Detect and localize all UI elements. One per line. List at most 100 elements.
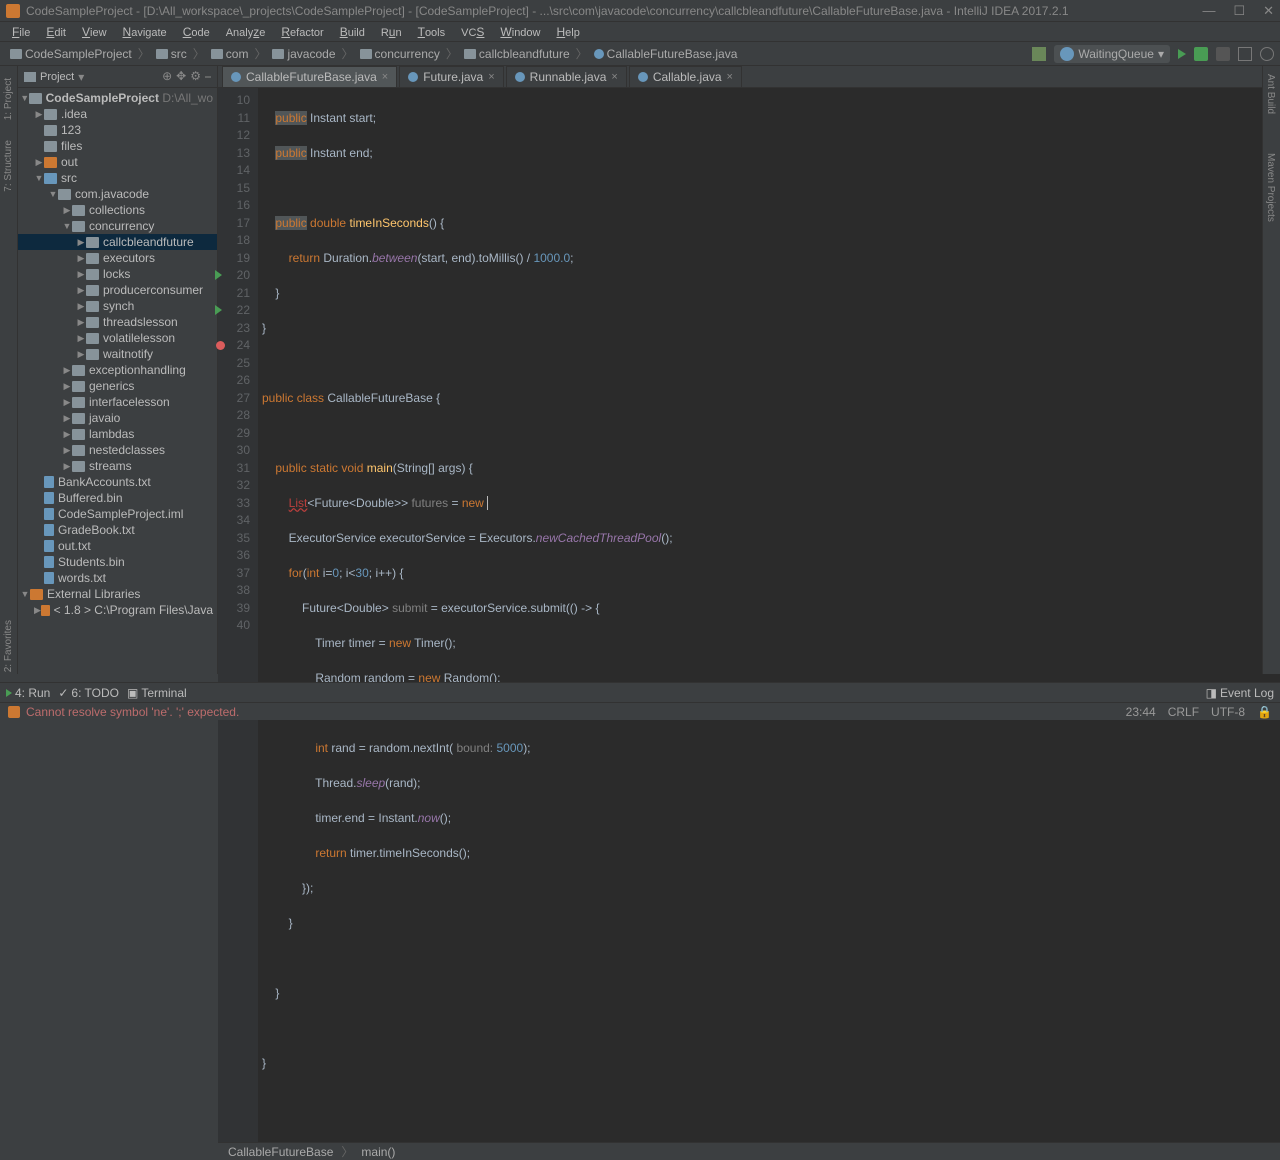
status-position[interactable]: 23:44 (1126, 705, 1156, 719)
tree-executors[interactable]: ▶executors (18, 250, 217, 266)
tree-generics[interactable]: ▶generics (18, 378, 217, 394)
search-icon[interactable] (1260, 47, 1274, 61)
run-gutter-icon[interactable] (215, 270, 222, 280)
minimize-button[interactable]: — (1202, 3, 1215, 19)
menu-view[interactable]: View (76, 23, 113, 41)
tree-threads[interactable]: ▶threadslesson (18, 314, 217, 330)
debug-button[interactable] (1194, 47, 1208, 61)
menu-code[interactable]: Code (177, 23, 216, 41)
crumb-src[interactable]: src (152, 47, 191, 61)
tab-callablefuturebase[interactable]: CallableFutureBase.java× (222, 66, 397, 87)
menu-refactor[interactable]: Refactor (275, 23, 329, 41)
tree-exception[interactable]: ▶exceptionhandling (18, 362, 217, 378)
run-tool[interactable]: 4: Run (6, 686, 50, 700)
run-gutter-icon[interactable] (215, 305, 222, 315)
settings-icon[interactable]: ✥ (176, 69, 186, 84)
run-config-selector[interactable]: WaitingQueue ▾ (1054, 45, 1170, 63)
tree-waitnotify[interactable]: ▶waitnotify (18, 346, 217, 362)
todo-tool[interactable]: ✓ 6: TODO (58, 686, 119, 700)
crumb-method[interactable]: main() (361, 1145, 395, 1159)
tree-iml[interactable]: CodeSampleProject.iml (18, 506, 217, 522)
breakpoint-icon[interactable] (216, 341, 225, 350)
crumb-file[interactable]: CallableFutureBase.java (590, 47, 742, 61)
tree-volatile[interactable]: ▶volatilelesson (18, 330, 217, 346)
tree-root[interactable]: ▼CodeSampleProject D:\All_wo (18, 90, 217, 106)
close-button[interactable]: ✕ (1263, 3, 1274, 19)
code-editor[interactable]: 10111213141516171819 2021 2223 242526272… (218, 88, 1280, 1142)
collapse-icon[interactable]: ⊕ (162, 69, 172, 84)
menu-file[interactable]: File (6, 23, 36, 41)
tree-files[interactable]: files (18, 138, 217, 154)
menu-build[interactable]: Build (334, 23, 371, 41)
tab-runnable[interactable]: Runnable.java× (506, 66, 627, 87)
favorites-tool[interactable]: 2: Favorites (3, 612, 14, 680)
menu-window[interactable]: Window (494, 23, 546, 41)
close-icon[interactable]: × (727, 71, 733, 83)
tree-comjava[interactable]: ▼com.javacode (18, 186, 217, 202)
tree-callcble[interactable]: ▶callcbleandfuture (18, 234, 217, 250)
tree-idea[interactable]: ▶.idea (18, 106, 217, 122)
tree-concurrency[interactable]: ▼concurrency (18, 218, 217, 234)
run-button[interactable] (1178, 49, 1186, 59)
tree-collections[interactable]: ▶collections (18, 202, 217, 218)
tab-callable[interactable]: Callable.java× (629, 66, 742, 87)
code-content[interactable]: public Instant start; public Instant end… (258, 88, 1280, 1142)
menu-analyze[interactable]: Analyze (220, 23, 272, 41)
gear-icon[interactable]: ⚙ (190, 69, 201, 84)
hide-icon[interactable]: ⎯ (205, 69, 211, 84)
menu-vcs[interactable]: VCS (455, 23, 490, 41)
menu-tools[interactable]: Tools (412, 23, 452, 41)
sidebar-title: Project (40, 71, 74, 83)
tree-locks[interactable]: ▶locks (18, 266, 217, 282)
crumb-callcble[interactable]: callcbleandfuture (460, 47, 574, 61)
crumb-project[interactable]: CodeSampleProject (6, 47, 136, 61)
tree-words[interactable]: words.txt (18, 570, 217, 586)
tree-grade[interactable]: GradeBook.txt (18, 522, 217, 538)
menu-help[interactable]: Help (551, 23, 586, 41)
tree-synch[interactable]: ▶synch (18, 298, 217, 314)
terminal-tool[interactable]: ▣ Terminal (127, 686, 187, 700)
maximize-button[interactable]: ☐ (1233, 3, 1245, 19)
stop-button[interactable] (1216, 47, 1230, 61)
editor-breadcrumb: CallableFutureBase 〉 main() (218, 1142, 1280, 1160)
structure-icon[interactable] (1238, 47, 1252, 61)
tree-123[interactable]: 123 (18, 122, 217, 138)
tree-src[interactable]: ▼src (18, 170, 217, 186)
tree-bank[interactable]: BankAccounts.txt (18, 474, 217, 490)
tree-interface[interactable]: ▶interfacelesson (18, 394, 217, 410)
structure-tool[interactable]: 7: Structure (3, 132, 14, 200)
tree-streams[interactable]: ▶streams (18, 458, 217, 474)
build-icon[interactable] (1032, 47, 1046, 61)
tree-lambdas[interactable]: ▶lambdas (18, 426, 217, 442)
tree-nested[interactable]: ▶nestedclasses (18, 442, 217, 458)
crumb-class[interactable]: CallableFutureBase (228, 1145, 333, 1159)
lock-icon[interactable]: 🔒 (1257, 705, 1272, 719)
tree-producer[interactable]: ▶producerconsumer (18, 282, 217, 298)
menu-run[interactable]: Run (375, 23, 408, 41)
crumb-javacode[interactable]: javacode (268, 47, 339, 61)
crumb-com[interactable]: com (207, 47, 253, 61)
tree-jdk[interactable]: ▶< 1.8 > C:\Program Files\Java (18, 602, 217, 618)
maven-tool[interactable]: Maven Projects (1263, 145, 1278, 230)
menu-navigate[interactable]: Navigate (117, 23, 173, 41)
close-icon[interactable]: × (611, 71, 617, 83)
project-tool[interactable]: 1: Project (3, 70, 14, 128)
project-tool-icon (24, 72, 36, 82)
tree-outtxt[interactable]: out.txt (18, 538, 217, 554)
tab-future[interactable]: Future.java× (399, 66, 503, 87)
editor-area: CallableFutureBase.java× Future.java× Ru… (218, 66, 1280, 674)
close-icon[interactable]: × (488, 71, 494, 83)
close-icon[interactable]: × (382, 71, 388, 83)
left-tool-strip: 1: Project 7: Structure 2: Favorites (0, 66, 18, 674)
tree-extlib[interactable]: ▼External Libraries (18, 586, 217, 602)
event-log[interactable]: ◨ Event Log (1206, 686, 1274, 700)
status-line-ending[interactable]: CRLF (1168, 705, 1199, 719)
tree-students[interactable]: Students.bin (18, 554, 217, 570)
tree-out[interactable]: ▶out (18, 154, 217, 170)
ant-build-tool[interactable]: Ant Build (1263, 66, 1278, 122)
menu-edit[interactable]: Edit (40, 23, 72, 41)
tree-javaio[interactable]: ▶javaio (18, 410, 217, 426)
status-encoding[interactable]: UTF-8 (1211, 705, 1245, 719)
tree-buffered[interactable]: Buffered.bin (18, 490, 217, 506)
crumb-concurrency[interactable]: concurrency (356, 47, 444, 61)
